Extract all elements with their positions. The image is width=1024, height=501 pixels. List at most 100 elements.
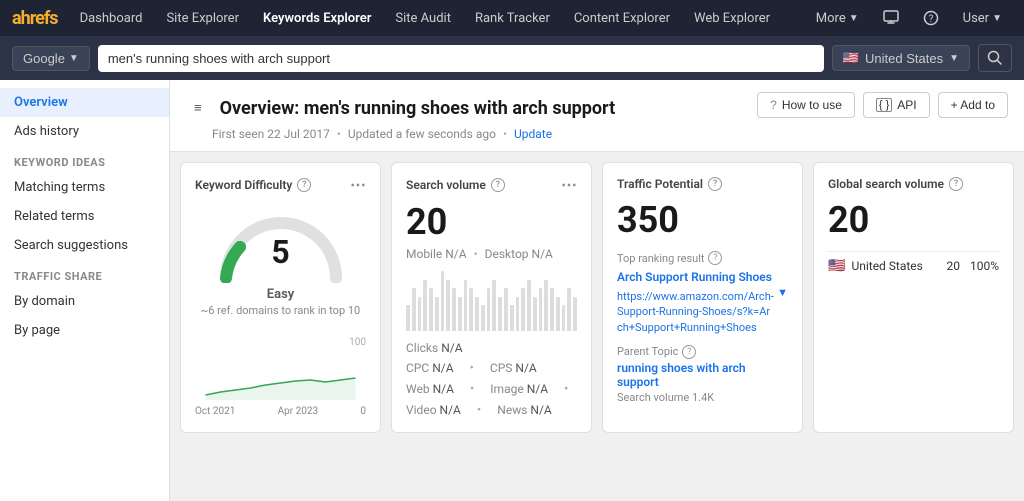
sidebar-item-search-suggestions[interactable]: Search suggestions (0, 231, 169, 260)
gsv-value: 20 (828, 199, 999, 241)
sv-bar (533, 297, 537, 331)
top-navigation: ahrefs Dashboard Site Explorer Keywords … (0, 0, 1024, 36)
sv-bar (562, 305, 566, 331)
top-result-info-icon[interactable]: ? (708, 251, 722, 265)
traffic-potential-card: Traffic Potential ? 350 Top ranking resu… (602, 162, 803, 433)
update-link[interactable]: Update (514, 127, 552, 141)
sidebar-item-related-terms[interactable]: Related terms (0, 202, 169, 231)
sidebar-item-ads-history[interactable]: Ads history (0, 117, 169, 146)
nav-user-button[interactable]: User ▼ (953, 0, 1012, 36)
result-url[interactable]: https://www.amazon.com/Arch-Support-Runn… (617, 286, 788, 335)
sv-sub-text: Mobile N/A • Desktop N/A (406, 247, 577, 261)
keyword-search-input[interactable] (98, 45, 824, 72)
overview-title-section: ≡ Overview: men's running shoes with arc… (186, 92, 615, 141)
sv-bar (435, 297, 439, 331)
sv-bar (567, 288, 571, 331)
sv-bar (556, 297, 560, 331)
sv-bar (539, 288, 543, 331)
nav-more-button[interactable]: More ▼ (806, 0, 869, 36)
sv-bar (516, 297, 520, 331)
user-chevron-icon: ▼ (992, 13, 1002, 24)
how-to-use-button[interactable]: ? How to use (757, 92, 855, 118)
nav-help-button[interactable]: ? (913, 0, 949, 36)
top-result-label: Top ranking result ? (617, 251, 788, 265)
nav-content-explorer[interactable]: Content Explorer (564, 0, 680, 36)
sidebar-item-matching-terms[interactable]: Matching terms (0, 173, 169, 202)
gsv-country: 🇺🇸 United States (828, 258, 923, 274)
sv-info-icon[interactable]: ? (491, 178, 505, 192)
sv-metrics: Clicks N/A (406, 341, 577, 355)
sv-bar (452, 288, 456, 331)
engine-selector[interactable]: Google ▼ (12, 46, 90, 71)
sv-bar (492, 280, 496, 331)
sv-value: 20 (406, 201, 577, 243)
hamburger-icon[interactable]: ≡ (186, 92, 210, 124)
sv-bar (573, 297, 577, 331)
sidebar-section-keyword-ideas: Keyword ideas (0, 146, 169, 173)
overview-header: ≡ Overview: men's running shoes with arc… (170, 80, 1024, 152)
cards-grid: Keyword Difficulty ? ⋯ 5 (170, 152, 1024, 443)
sv-bar (504, 288, 508, 331)
brand-logo[interactable]: ahrefs (12, 8, 58, 29)
gauge-sublabel: ~6 ref. domains to rank in top 10 (195, 304, 366, 317)
kd-line-chart (195, 350, 366, 400)
country-selector[interactable]: 🇺🇸 United States ▼ (832, 45, 970, 71)
overview-meta: First seen 22 Jul 2017 • Updated a few s… (186, 127, 615, 141)
sv-bar-chart (406, 271, 577, 331)
header-actions: ? How to use { } API + Add to (757, 92, 1008, 118)
nav-monitor-button[interactable] (873, 0, 909, 36)
sidebar-item-by-domain[interactable]: By domain (0, 287, 169, 316)
parent-topic-link[interactable]: running shoes with arch support (617, 361, 788, 389)
nav-site-explorer[interactable]: Site Explorer (156, 0, 249, 36)
nav-keywords-explorer[interactable]: Keywords Explorer (253, 0, 381, 36)
country-flag: 🇺🇸 (843, 50, 859, 66)
sv-bar (446, 280, 450, 331)
more-chevron-icon: ▼ (849, 13, 859, 24)
tp-card-title: Traffic Potential ? (617, 177, 788, 191)
sv-dots-menu[interactable]: ⋯ (561, 177, 577, 193)
kd-chart-top-label: 100 (195, 337, 366, 348)
tp-info-icon[interactable]: ? (708, 177, 722, 191)
svg-text:?: ? (928, 14, 933, 25)
gauge-number: 5 (271, 233, 289, 271)
sv-bar (458, 297, 462, 331)
api-button[interactable]: { } API (863, 92, 930, 118)
add-to-button[interactable]: + Add to (938, 92, 1008, 118)
api-icon: { } (876, 98, 892, 112)
gsv-card-title: Global search volume ? (828, 177, 999, 191)
search-button[interactable] (978, 44, 1012, 72)
engine-chevron-icon: ▼ (69, 53, 79, 64)
sv-bar (487, 288, 491, 331)
nav-web-explorer[interactable]: Web Explorer (684, 0, 780, 36)
sv-cpc-metrics: CPC N/A • CPS N/A (406, 361, 577, 376)
sv-bar (412, 288, 416, 331)
content-area: ≡ Overview: men's running shoes with arc… (170, 80, 1024, 501)
question-icon: ? (770, 98, 777, 112)
nav-rank-tracker[interactable]: Rank Tracker (465, 0, 560, 36)
sv-video-metrics: Video N/A • News N/A (406, 403, 577, 418)
help-icon: ? (923, 10, 939, 26)
sv-card-title: Search volume ? ⋯ (406, 177, 577, 193)
gauge-container: 5 (195, 203, 366, 283)
nav-site-audit[interactable]: Site Audit (385, 0, 461, 36)
kd-chart-date-labels: Oct 2021 Apr 2023 0 (195, 406, 366, 417)
sv-bar (423, 280, 427, 331)
nav-dashboard[interactable]: Dashboard (70, 0, 153, 36)
gsv-country-row: 🇺🇸 United States 20 100% (828, 251, 999, 274)
parent-topic-info-icon[interactable]: ? (682, 345, 696, 359)
sv-bar (418, 297, 422, 331)
kd-card-title: Keyword Difficulty ? ⋯ (195, 177, 366, 193)
sv-bar (527, 280, 531, 331)
sidebar-section-traffic-share: Traffic share (0, 260, 169, 287)
kd-dots-menu[interactable]: ⋯ (350, 177, 366, 193)
kd-info-icon[interactable]: ? (297, 178, 311, 192)
result-title-link[interactable]: Arch Support Running Shoes (617, 269, 788, 286)
sidebar-item-overview[interactable]: Overview (0, 88, 169, 117)
sidebar-item-by-page[interactable]: By page (0, 316, 169, 345)
gsv-info-icon[interactable]: ? (949, 177, 963, 191)
url-dropdown-icon[interactable]: ▼ (777, 286, 788, 299)
main-layout: Overview Ads history Keyword ideas Match… (0, 80, 1024, 501)
keyword-difficulty-card: Keyword Difficulty ? ⋯ 5 (180, 162, 381, 433)
page-title: Overview: men's running shoes with arch … (220, 98, 616, 119)
sv-bar (498, 297, 502, 331)
